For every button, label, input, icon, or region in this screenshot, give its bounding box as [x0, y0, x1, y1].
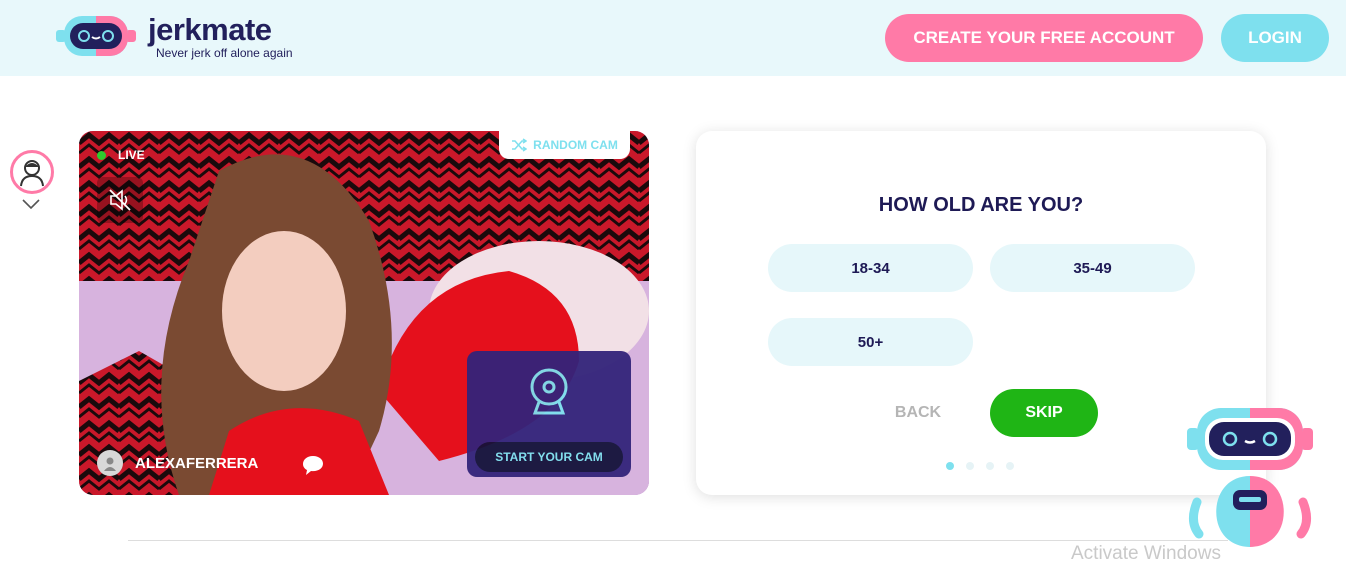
back-button[interactable]: BACK: [876, 389, 960, 437]
step-dot: [986, 462, 994, 470]
quiz-question: HOW OLD ARE YOU?: [878, 194, 1084, 216]
create-account-button[interactable]: CREATE YOUR FREE ACCOUNT: [885, 14, 1203, 62]
start-cam-panel: START YOUR CAM: [467, 351, 631, 477]
step-indicator: [946, 462, 1026, 470]
user-avatar-icon: [20, 160, 44, 187]
logo[interactable]: jerkmate Never jerk off alone again: [54, 12, 293, 60]
performer-info[interactable]: ALEXAFERRERA: [97, 444, 258, 482]
mute-icon: [109, 189, 131, 211]
random-cam-label: RANDOM CAM: [533, 138, 618, 152]
site-header: jerkmate Never jerk off alone again CREA…: [0, 0, 1346, 76]
brand-name: jerkmate: [148, 12, 272, 47]
chat-icon[interactable]: [301, 453, 325, 477]
step-dot: [966, 462, 974, 470]
performer-name: ALEXAFERRERA: [135, 454, 259, 472]
user-icon: [97, 450, 123, 476]
live-indicator: LIVE: [97, 148, 145, 162]
robot-mascot-icon[interactable]: [1185, 402, 1315, 547]
webcam-icon: [530, 368, 568, 415]
age-option-18-34[interactable]: 18-34: [768, 244, 973, 292]
login-button[interactable]: LOGIN: [1221, 14, 1329, 62]
skip-button[interactable]: SKIP: [990, 389, 1098, 437]
age-option-35-49[interactable]: 35-49: [990, 244, 1195, 292]
footer-divider: [128, 540, 1228, 541]
robot-logo-icon: [56, 16, 136, 56]
live-video-player[interactable]: LIVE RANDOM CAM ALEXAFERRERA START YOUR …: [79, 131, 649, 495]
mute-button[interactable]: [97, 177, 143, 223]
age-quiz-card: HOW OLD ARE YOU? 18-34 35-49 50+ BACK SK…: [696, 131, 1266, 495]
tagline: Never jerk off alone again: [156, 46, 293, 60]
user-avatar[interactable]: [10, 150, 54, 194]
step-dot: [1006, 462, 1014, 470]
start-cam-button[interactable]: START YOUR CAM: [475, 442, 623, 472]
system-watermark: Activate Windows: [1071, 543, 1221, 564]
live-label: LIVE: [118, 148, 145, 162]
age-option-50-plus[interactable]: 50+: [768, 318, 973, 366]
live-dot: [97, 150, 106, 160]
random-cam-button[interactable]: RANDOM CAM: [499, 131, 630, 159]
chevron-down-icon[interactable]: [21, 198, 41, 210]
step-dot: [946, 462, 954, 470]
shuffle-icon: [512, 138, 528, 152]
